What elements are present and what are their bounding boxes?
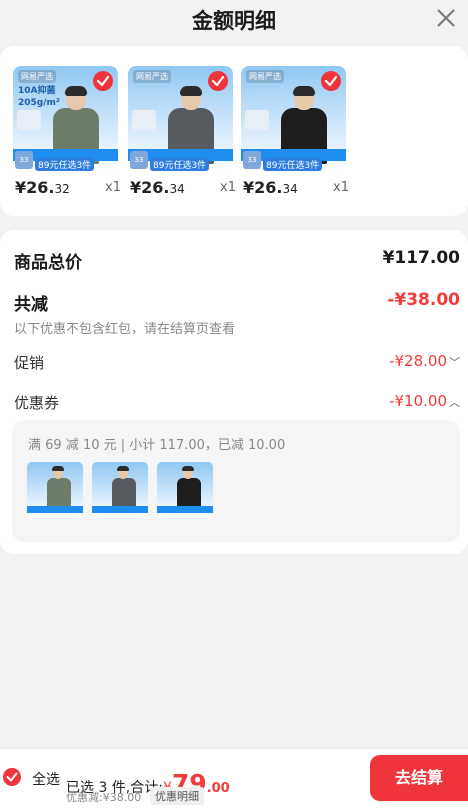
product-quantity: x1 xyxy=(220,180,236,195)
promo-label: 89元任选3件 xyxy=(150,158,210,171)
promotion-label: 促销 xyxy=(14,354,45,372)
coupon-product-thumb xyxy=(157,462,213,518)
fabric-swatch xyxy=(245,110,269,130)
discount-detail-button[interactable]: 优惠明细 xyxy=(150,787,204,805)
promotion-row-toggle[interactable]: -¥28.00 ﹀ xyxy=(389,352,460,370)
coupon-label: 优惠券 xyxy=(14,394,60,412)
checkout-bar: 全选 已选 3 件,合计:¥79.00 优惠减:¥38.00 优惠明细 去结算 xyxy=(0,748,468,808)
checkmark-icon[interactable] xyxy=(208,71,228,91)
price-tag-icon: 33 xyxy=(130,151,148,169)
discount-note: 以下优惠不包含红包，请在结算页查看 xyxy=(14,322,236,337)
product-price: ¥26.34 xyxy=(243,178,298,197)
product-quantity: x1 xyxy=(105,180,121,195)
chevron-up-icon: ︿ xyxy=(449,396,460,409)
promotion-value: -¥28.00 xyxy=(389,352,447,370)
product-image: 网易严选 89元任选3件 33 xyxy=(128,66,233,171)
summary-card: 商品总价 ¥117.00 共减 -¥38.00 以下优惠不包含红包，请在结算页查… xyxy=(0,230,468,554)
product-quantity: x1 xyxy=(333,180,349,195)
fabric-swatch xyxy=(132,110,156,130)
select-all-label[interactable]: 全选 xyxy=(32,769,60,789)
total-reduce-value: -¥38.00 xyxy=(387,290,460,310)
promo-label: 89元任选3件 xyxy=(35,158,95,171)
product-price: ¥26.34 xyxy=(130,178,185,197)
chevron-down-icon: ﹀ xyxy=(449,356,460,369)
page-title: 金额明细 xyxy=(192,9,276,33)
coupon-product-thumb xyxy=(27,462,83,518)
total-reduce-label: 共减 xyxy=(14,295,48,315)
price-tag-icon: 33 xyxy=(15,151,33,169)
checkmark-icon[interactable] xyxy=(93,71,113,91)
checkout-button[interactable]: 去结算 xyxy=(370,755,468,801)
spec-label: 10A抑菌 xyxy=(18,86,56,96)
promo-label: 89元任选3件 xyxy=(263,158,323,171)
brand-label: 网易严选 xyxy=(246,70,284,83)
coupon-detail-text: 满 69 减 10 元 | 小计 117.00，已减 10.00 xyxy=(28,438,286,453)
total-price-value: ¥117.00 xyxy=(382,248,460,268)
header: 金额明细 xyxy=(0,0,468,38)
coupon-row-toggle[interactable]: -¥10.00 ︿ xyxy=(389,392,460,410)
discount-amount-text: 优惠减:¥38.00 xyxy=(66,791,142,804)
checkmark-icon[interactable] xyxy=(321,71,341,91)
price-tag-icon: 33 xyxy=(243,151,261,169)
product-item[interactable]: 网易严选 89元任选3件 33 ¥26.34 x1 xyxy=(128,66,236,197)
coupon-value: -¥10.00 xyxy=(389,392,447,410)
coupon-detail-box: 满 69 减 10 元 | 小计 117.00，已减 10.00 xyxy=(12,420,460,542)
brand-label: 网易严选 xyxy=(133,70,171,83)
fabric-swatch xyxy=(17,110,41,130)
product-price: ¥26.32 xyxy=(15,178,70,197)
select-all-checkbox[interactable] xyxy=(3,768,21,786)
close-icon[interactable] xyxy=(434,6,458,30)
products-card: 网易严选 10A抑菌 205g/m² 89元任选3件 33 ¥26.32 x1 … xyxy=(0,46,468,216)
product-image: 网易严选 89元任选3件 33 xyxy=(241,66,346,171)
product-item[interactable]: 网易严选 10A抑菌 205g/m² 89元任选3件 33 ¥26.32 x1 xyxy=(13,66,121,197)
coupon-product-thumb xyxy=(92,462,148,518)
total-price-label: 商品总价 xyxy=(14,253,82,273)
brand-label: 网易严选 xyxy=(18,70,56,83)
product-image: 网易严选 10A抑菌 205g/m² 89元任选3件 33 xyxy=(13,66,118,171)
product-item[interactable]: 网易严选 89元任选3件 33 ¥26.34 x1 xyxy=(241,66,349,197)
